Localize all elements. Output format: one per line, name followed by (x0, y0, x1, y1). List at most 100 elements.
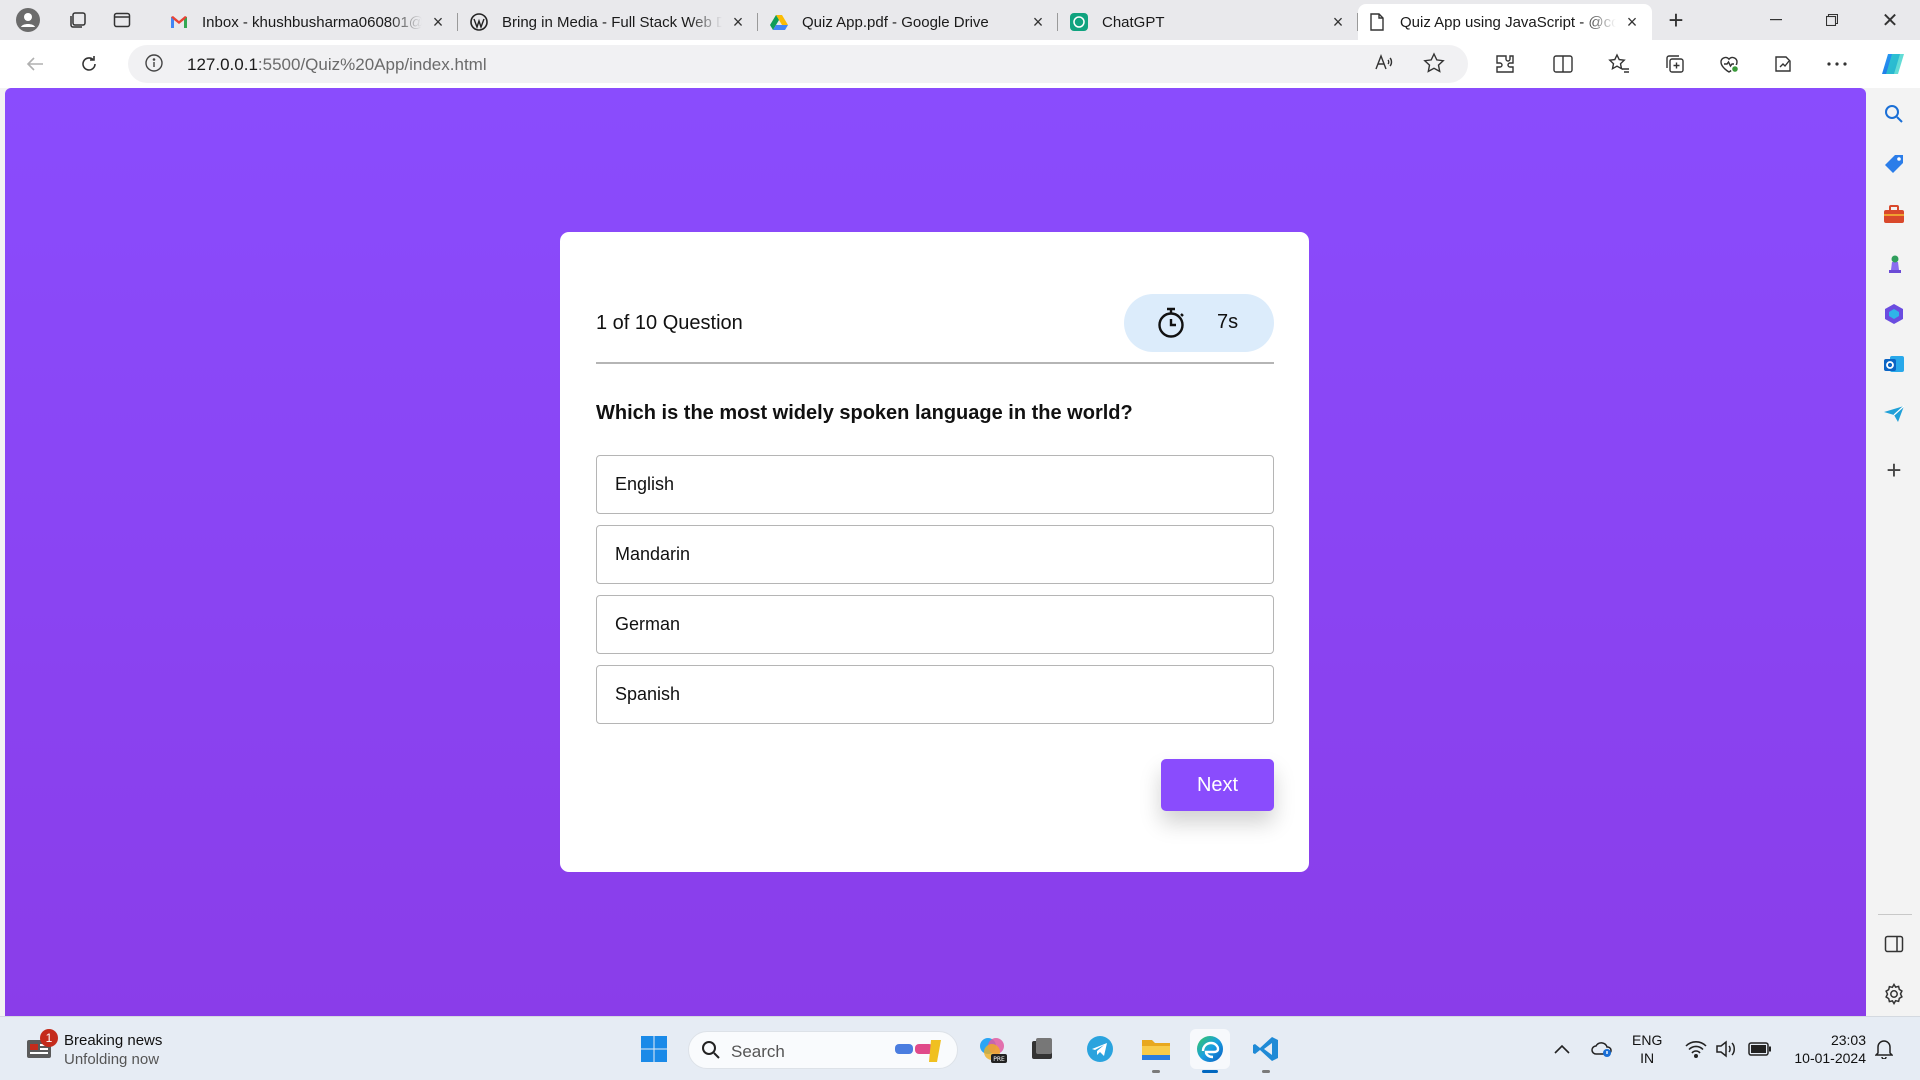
search-highlight-icon (891, 1036, 949, 1071)
favorites-icon[interactable] (1602, 48, 1636, 80)
language-code: ENG (1632, 1032, 1663, 1048)
settings-gear-icon[interactable] (1882, 982, 1906, 1006)
tab-title: Bring in Media - Full Stack Web Develope… (502, 13, 722, 31)
news-widget[interactable]: 1 Breaking news Unfolding now (22, 1029, 182, 1069)
outlook-icon[interactable] (1882, 352, 1906, 376)
tab-actions-icon[interactable] (106, 4, 138, 36)
chatgpt-icon (1070, 13, 1088, 31)
address-bar: 127.0.0.1:5500/Quiz%20App/index.html (0, 40, 1920, 88)
workspaces-icon[interactable] (62, 4, 94, 36)
search-placeholder: Search (731, 1042, 785, 1061)
clock[interactable]: 23:03 10-01-2024 (1784, 1031, 1866, 1067)
tab-title: Inbox - khushbusharma060801@gmail.com (202, 13, 422, 31)
volume-icon[interactable] (1714, 1037, 1738, 1061)
show-hidden-icons-icon[interactable] (1550, 1037, 1574, 1061)
tab-title: ChatGPT (1102, 13, 1165, 31)
google-drive-icon (770, 13, 788, 31)
notification-badge: 1 (40, 1029, 58, 1047)
minimize-icon[interactable] (1748, 0, 1804, 40)
quiz-card: 1 of 10 Question 7s Which is the most wi… (560, 232, 1309, 872)
running-indicator (1152, 1070, 1160, 1073)
time-text: 23:03 (1830, 1032, 1866, 1048)
date-text: 10-01-2024 (1794, 1050, 1866, 1066)
search-icon[interactable] (1882, 102, 1906, 126)
wifi-icon[interactable] (1684, 1037, 1708, 1061)
next-button[interactable]: Next (1161, 759, 1274, 811)
onedrive-status-icon[interactable] (1590, 1037, 1614, 1061)
news-subtitle: Unfolding now (64, 1051, 160, 1068)
quiz-header: 1 of 10 Question 7s (596, 294, 1274, 364)
gmail-icon (170, 13, 188, 31)
url-text[interactable]: 127.0.0.1:5500/Quiz%20App/index.html (187, 55, 487, 75)
answer-option[interactable]: English (596, 455, 1274, 514)
tools-briefcase-icon[interactable] (1882, 202, 1906, 226)
windows-taskbar: 1 Breaking news Unfolding now Search PRE (0, 1016, 1920, 1080)
timer-value: 7s (1217, 311, 1239, 333)
edge-browser-icon[interactable] (1190, 1029, 1230, 1073)
tab-gmail[interactable]: Inbox - khushbusharma060801@gmail.com × (160, 4, 458, 40)
app-icon[interactable] (1022, 1029, 1062, 1069)
more-menu-icon[interactable] (1820, 48, 1854, 80)
file-explorer-icon[interactable] (1136, 1029, 1176, 1073)
page-viewport: 1 of 10 Question 7s Which is the most wi… (5, 88, 1866, 1016)
answer-option[interactable]: German (596, 595, 1274, 654)
hide-sidebar-icon[interactable] (1882, 932, 1906, 956)
close-tab-icon[interactable]: × (1328, 12, 1348, 33)
close-tab-icon[interactable]: × (428, 12, 448, 33)
answer-option[interactable]: Mandarin (596, 525, 1274, 584)
battery-icon[interactable] (1746, 1037, 1774, 1061)
collections-icon[interactable] (1658, 48, 1692, 80)
tab-bar: Inbox - khushbusharma060801@gmail.com × … (0, 0, 1920, 40)
close-tab-icon[interactable]: × (1028, 12, 1048, 33)
favorite-star-icon[interactable] (1423, 52, 1445, 79)
tab-title: Quiz App.pdf - Google Drive (802, 13, 989, 31)
add-sidebar-app-icon[interactable]: + (1882, 455, 1906, 485)
url-host: 127.0.0.1 (187, 55, 258, 74)
timer-badge: 7s (1124, 294, 1274, 352)
question-counter: 1 of 10 Question (596, 312, 743, 334)
svg-text:PRE: PRE (993, 1056, 1005, 1063)
split-screen-icon[interactable] (1546, 48, 1580, 80)
shopping-tag-icon[interactable] (1882, 152, 1906, 176)
back-icon[interactable] (18, 48, 52, 80)
wordpress-icon (470, 13, 488, 31)
sidebar-divider (1878, 914, 1912, 915)
read-aloud-icon[interactable] (1373, 52, 1395, 79)
language-indicator[interactable]: ENG IN (1632, 1031, 1662, 1067)
tab-google-drive[interactable]: Quiz App.pdf - Google Drive × (760, 4, 1058, 40)
site-info-icon[interactable] (144, 53, 164, 78)
browser-essentials-icon[interactable] (1712, 48, 1746, 80)
region-code: IN (1640, 1050, 1655, 1066)
tab-quiz-app[interactable]: Quiz App using JavaScript - @codewithkhu… (1358, 4, 1652, 40)
microsoft-365-icon[interactable] (1882, 302, 1906, 326)
tab-title: Quiz App using JavaScript - @codewithkhu… (1400, 13, 1616, 31)
refresh-icon[interactable] (72, 48, 106, 80)
answer-option[interactable]: Spanish (596, 665, 1274, 724)
answer-options: English Mandarin German Spanish (596, 455, 1274, 735)
games-chess-icon[interactable] (1882, 252, 1906, 276)
windows-start-icon[interactable] (634, 1029, 674, 1069)
notification-bell-icon[interactable] (1872, 1037, 1896, 1061)
vscode-icon[interactable] (1246, 1029, 1286, 1073)
new-tab-icon[interactable]: + (1660, 4, 1692, 36)
send-drop-icon[interactable] (1882, 402, 1906, 426)
restore-icon[interactable] (1804, 0, 1860, 40)
tab-bring-in-media[interactable]: Bring in Media - Full Stack Web Develope… (460, 4, 758, 40)
telegram-icon[interactable] (1080, 1029, 1120, 1069)
tab-chatgpt[interactable]: ChatGPT × (1060, 4, 1358, 40)
close-tab-icon[interactable]: × (728, 12, 748, 33)
stopwatch-icon (1156, 307, 1186, 344)
taskbar-search[interactable]: Search (688, 1031, 958, 1069)
copilot-icon[interactable] (1876, 48, 1910, 80)
url-bar[interactable]: 127.0.0.1:5500/Quiz%20App/index.html (128, 45, 1468, 83)
copilot-preview-icon[interactable]: PRE (972, 1029, 1012, 1069)
edge-sidebar: + (1868, 88, 1920, 1016)
active-indicator (1202, 1070, 1218, 1073)
extensions-icon[interactable] (1488, 48, 1522, 80)
news-title: Breaking news (64, 1032, 163, 1049)
performance-icon[interactable] (1766, 48, 1800, 80)
close-window-icon[interactable]: ✕ (1862, 0, 1918, 40)
profile-icon[interactable] (12, 4, 44, 36)
close-tab-icon[interactable]: × (1622, 12, 1642, 33)
running-indicator (1262, 1070, 1270, 1073)
